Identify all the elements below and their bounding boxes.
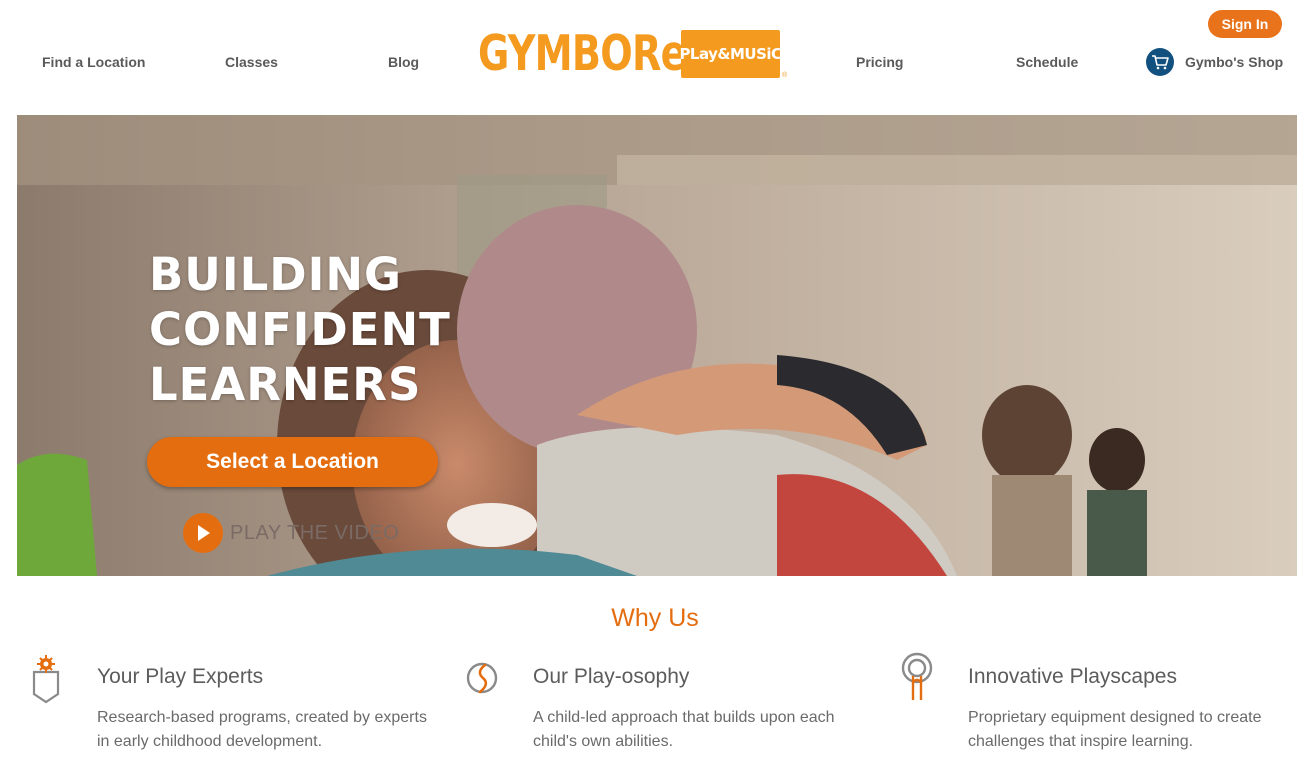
shop-label: Gymbo's Shop	[1185, 54, 1284, 70]
nav-find-location[interactable]: Find a Location	[42, 54, 145, 70]
why-us-heading: Why Us	[611, 604, 699, 632]
feature-title: Your Play Experts	[97, 665, 264, 688]
feature-description: Proprietary equipment designed to create…	[968, 709, 1262, 750]
shopping-cart-icon	[1146, 48, 1174, 76]
site-header: Find a Location Classes Blog GYMBOReE PL…	[0, 0, 1310, 115]
play-video-button[interactable]: PLAY THE VIDEO	[183, 513, 399, 553]
select-location-button[interactable]: Select a Location	[147, 437, 438, 487]
hero-banner: BUILDING CONFIDENT LEARNERS Select a Loc…	[17, 115, 1297, 576]
target-ring-icon	[901, 652, 933, 700]
logo-wordmark: GYMBOReE	[478, 25, 712, 82]
feature-play-experts: Your Play Experts Research-based program…	[30, 652, 430, 772]
play-video-label: PLAY THE VIDEO	[230, 521, 400, 544]
sign-in-button[interactable]: Sign In	[1208, 10, 1282, 38]
nav-schedule[interactable]: Schedule	[1016, 54, 1078, 70]
logo-badge: PLay&MUSiC	[679, 30, 782, 78]
badge-gear-icon	[32, 655, 60, 704]
gymboree-logo[interactable]: GYMBOReE PLay&MUSiC ®	[478, 26, 790, 82]
feature-play-osophy: Our Play-osophy A child-led approach tha…	[466, 652, 866, 772]
feature-description: A child-led approach that builds upon ea…	[533, 709, 835, 750]
circle-swirl-icon	[466, 662, 498, 694]
feature-title: Our Play-osophy	[533, 665, 690, 688]
nav-blog[interactable]: Blog	[388, 54, 419, 70]
feature-description: Research-based programs, created by expe…	[97, 709, 427, 750]
hero-headline: BUILDING CONFIDENT LEARNERS	[149, 248, 451, 411]
play-icon	[183, 513, 223, 553]
feature-innovative-playscapes: Innovative Playscapes Proprietary equipm…	[901, 652, 1301, 772]
feature-title: Innovative Playscapes	[968, 665, 1177, 688]
nav-classes[interactable]: Classes	[225, 54, 278, 70]
gymbos-shop-link[interactable]: Gymbo's Shop	[1146, 48, 1283, 76]
nav-pricing[interactable]: Pricing	[856, 54, 903, 70]
